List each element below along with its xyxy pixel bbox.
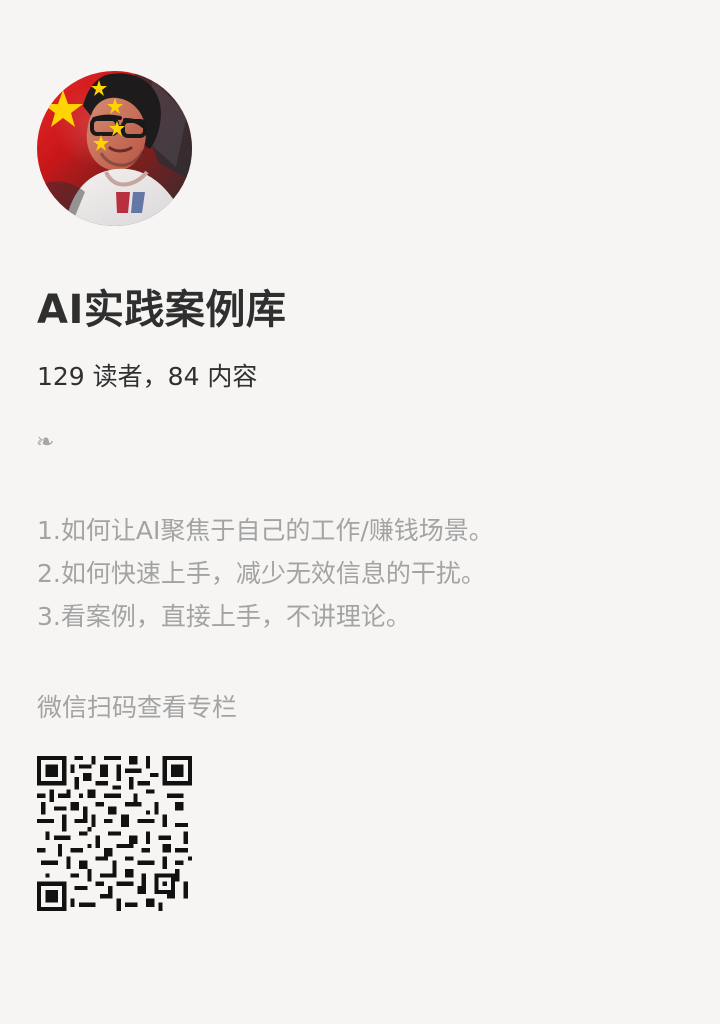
avatar-illustration — [37, 71, 192, 226]
qr-code[interactable] — [37, 756, 192, 911]
qr-scan-label: 微信扫码查看专栏 — [37, 693, 238, 722]
avatar — [37, 71, 192, 226]
intro-line: 2.如何快速上手，减少无效信息的干扰。 — [37, 559, 486, 588]
reader-content-count: 129 读者，84 内容 — [37, 362, 258, 391]
column-title: AI实践案例库 — [37, 287, 287, 333]
intro-line: 1.如何让AI聚焦于自己的工作/赚钱场景。 — [37, 516, 494, 545]
fleuron-icon: ❧ — [36, 430, 55, 455]
qr-code-icon — [37, 756, 192, 911]
intro-line: 3.看案例，直接上手，不讲理论。 — [37, 602, 411, 631]
intro-list: 1.如何让AI聚焦于自己的工作/赚钱场景。 2.如何快速上手，减少无效信息的干扰… — [37, 509, 677, 638]
